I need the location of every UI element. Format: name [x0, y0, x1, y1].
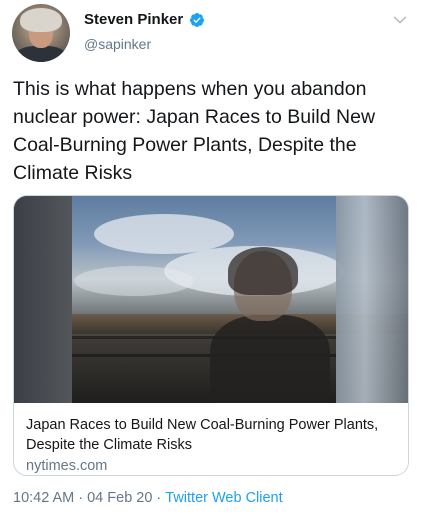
person-reflection — [210, 247, 330, 403]
card-image — [14, 196, 408, 403]
verified-badge-icon — [190, 12, 205, 27]
author-name[interactable]: Steven Pinker — [84, 11, 183, 28]
avatar-hair — [20, 8, 62, 32]
tweet-time[interactable]: 10:42 AM — [13, 490, 74, 506]
tweet-date[interactable]: 04 Feb 20 — [87, 490, 152, 506]
card-domain: nytimes.com — [26, 458, 108, 474]
link-card[interactable]: Japan Races to Build New Coal-Burning Po… — [13, 195, 409, 476]
card-body: Japan Races to Build New Coal-Burning Po… — [14, 403, 408, 475]
window-frame-left — [14, 196, 72, 403]
meta-separator: · — [156, 490, 162, 506]
window-frame-right — [336, 196, 408, 403]
cloud — [74, 266, 194, 296]
card-title: Japan Races to Build New Coal-Burning Po… — [26, 417, 379, 453]
avatar[interactable] — [12, 4, 70, 62]
tweet-text: This is what happens when you abandon nu… — [13, 78, 376, 184]
meta-separator: · — [78, 490, 84, 506]
avatar-suit — [16, 46, 66, 62]
author-handle[interactable]: @sapinker — [84, 36, 151, 52]
chevron-down-icon[interactable] — [392, 12, 408, 28]
author-name-row: Steven Pinker — [84, 11, 205, 28]
tweet-meta: 10:42 AM · 04 Feb 20 · Twitter Web Clien… — [13, 490, 283, 506]
tweet-client[interactable]: Twitter Web Client — [165, 490, 282, 506]
